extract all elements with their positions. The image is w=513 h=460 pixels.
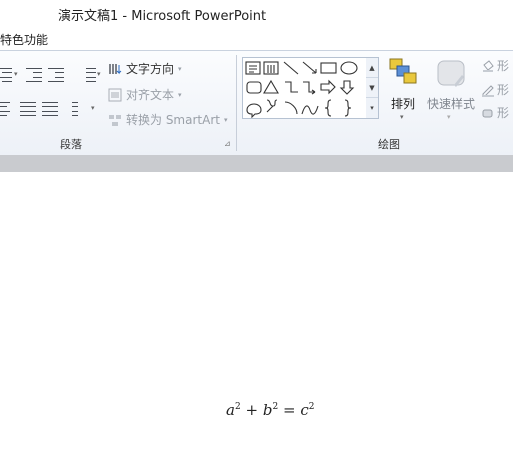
rectangle-icon: [320, 62, 337, 74]
text-direction-button[interactable]: 文字方向 ▾: [108, 60, 182, 77]
align-right-icon[interactable]: [0, 67, 14, 83]
arc-icon: [284, 101, 298, 115]
elbow-connector-icon: [285, 81, 298, 93]
text-direction-icon: [108, 62, 122, 76]
gallery-scroll-down-icon[interactable]: ▼: [366, 78, 378, 98]
increase-indent-icon[interactable]: [46, 67, 66, 83]
vertical-text-box-icon: [263, 61, 279, 75]
left-brace-icon: [324, 99, 332, 117]
equation-var-c: c: [300, 401, 309, 419]
effects-icon: [482, 109, 493, 117]
pencil-icon: [482, 84, 494, 97]
shape-fill-button[interactable]: 形: [481, 57, 509, 74]
gallery-more-icon[interactable]: ▾: [366, 98, 378, 118]
chevron-down-icon: ▾: [178, 64, 182, 73]
align-text-icon: [108, 88, 122, 102]
equation-exp-b: 2: [272, 402, 279, 412]
right-arrow-icon: [320, 79, 336, 95]
shape-outline-button[interactable]: 形: [481, 81, 509, 98]
ribbon: ▾ ▾ 文字方向 ▾ 对齐文本 ▾ 转换为 SmartArt ▾ ▾ 段落 ⊿: [0, 50, 513, 156]
quick-styles-icon[interactable]: [436, 59, 468, 89]
smartart-icon: [108, 113, 122, 127]
arrange-icon[interactable]: [388, 57, 420, 87]
equation-equals: =: [282, 401, 296, 419]
decrease-indent-icon[interactable]: [24, 67, 44, 83]
shapes-gallery[interactable]: [242, 57, 368, 119]
equation[interactable]: a2 + b2 = c2: [226, 401, 314, 419]
workspace-band: [0, 155, 513, 173]
window-title: 演示文稿1 - Microsoft PowerPoint: [58, 9, 267, 24]
triangle-icon: [263, 79, 279, 94]
equation-exp-c: 2: [308, 402, 315, 412]
chevron-down-icon: ▾: [223, 115, 228, 124]
align-justify-icon[interactable]: [18, 101, 38, 117]
drawing-group-label: 绘图: [378, 138, 400, 151]
elbow-arrow-icon: [303, 81, 316, 95]
chevron-down-icon[interactable]: ▾: [14, 70, 18, 78]
convert-smartart-button[interactable]: 转换为 SmartArt ▾: [108, 111, 227, 128]
shape-effects-button[interactable]: 形: [481, 104, 509, 121]
gallery-scroll-up-icon[interactable]: ▲: [366, 58, 378, 78]
chevron-down-icon[interactable]: ▾: [91, 104, 95, 112]
align-text-button[interactable]: 对齐文本 ▾: [108, 86, 182, 103]
shape-outline-label: 形: [497, 83, 510, 97]
convert-smartart-label: 转换为 SmartArt: [126, 113, 220, 127]
align-center-icon[interactable]: [0, 101, 12, 117]
shape-effects-label: 形: [497, 106, 510, 120]
paint-bucket-icon: [483, 59, 494, 72]
distributed-icon[interactable]: [40, 101, 60, 117]
chevron-down-icon[interactable]: ▾: [97, 70, 101, 78]
right-brace-icon: [344, 99, 352, 117]
arrow-line-icon: [302, 61, 317, 74]
equation-var-a: a: [226, 401, 235, 419]
shapes-gallery-scroll: ▲ ▼ ▾: [366, 57, 379, 119]
quick-styles-label[interactable]: 快速样式: [427, 95, 475, 112]
equation-exp-a: 2: [234, 402, 241, 412]
freeform-icon: [266, 99, 278, 113]
oval-icon: [340, 61, 358, 75]
group-separator: [236, 55, 237, 151]
paragraph-group-label: 段落: [60, 138, 82, 151]
arrange-label[interactable]: 排列: [391, 95, 415, 112]
equation-plus: +: [245, 401, 259, 419]
chevron-down-icon[interactable]: ▾: [400, 113, 404, 121]
text-box-icon: [245, 61, 261, 75]
line-icon: [283, 61, 299, 75]
dialog-launcher-icon[interactable]: ⊿: [224, 139, 231, 148]
callout-icon: [246, 103, 262, 119]
chevron-down-icon: ▾: [178, 90, 182, 99]
chevron-down-icon[interactable]: ▾: [447, 113, 451, 121]
down-arrow-icon: [339, 80, 355, 95]
line-spacing-icon[interactable]: [78, 67, 98, 83]
text-direction-label: 文字方向: [126, 62, 175, 76]
equation-var-b: b: [262, 401, 273, 419]
ribbon-tab-row: 特色功能: [0, 27, 513, 50]
align-text-label: 对齐文本: [126, 88, 175, 102]
columns-icon[interactable]: [70, 101, 90, 117]
rounded-rectangle-icon: [246, 81, 262, 94]
shape-fill-label: 形: [497, 59, 510, 73]
tab-special-features[interactable]: 特色功能: [0, 31, 48, 48]
curve-icon: [301, 105, 319, 115]
title-bar: 演示文稿1 - Microsoft PowerPoint: [0, 0, 513, 27]
